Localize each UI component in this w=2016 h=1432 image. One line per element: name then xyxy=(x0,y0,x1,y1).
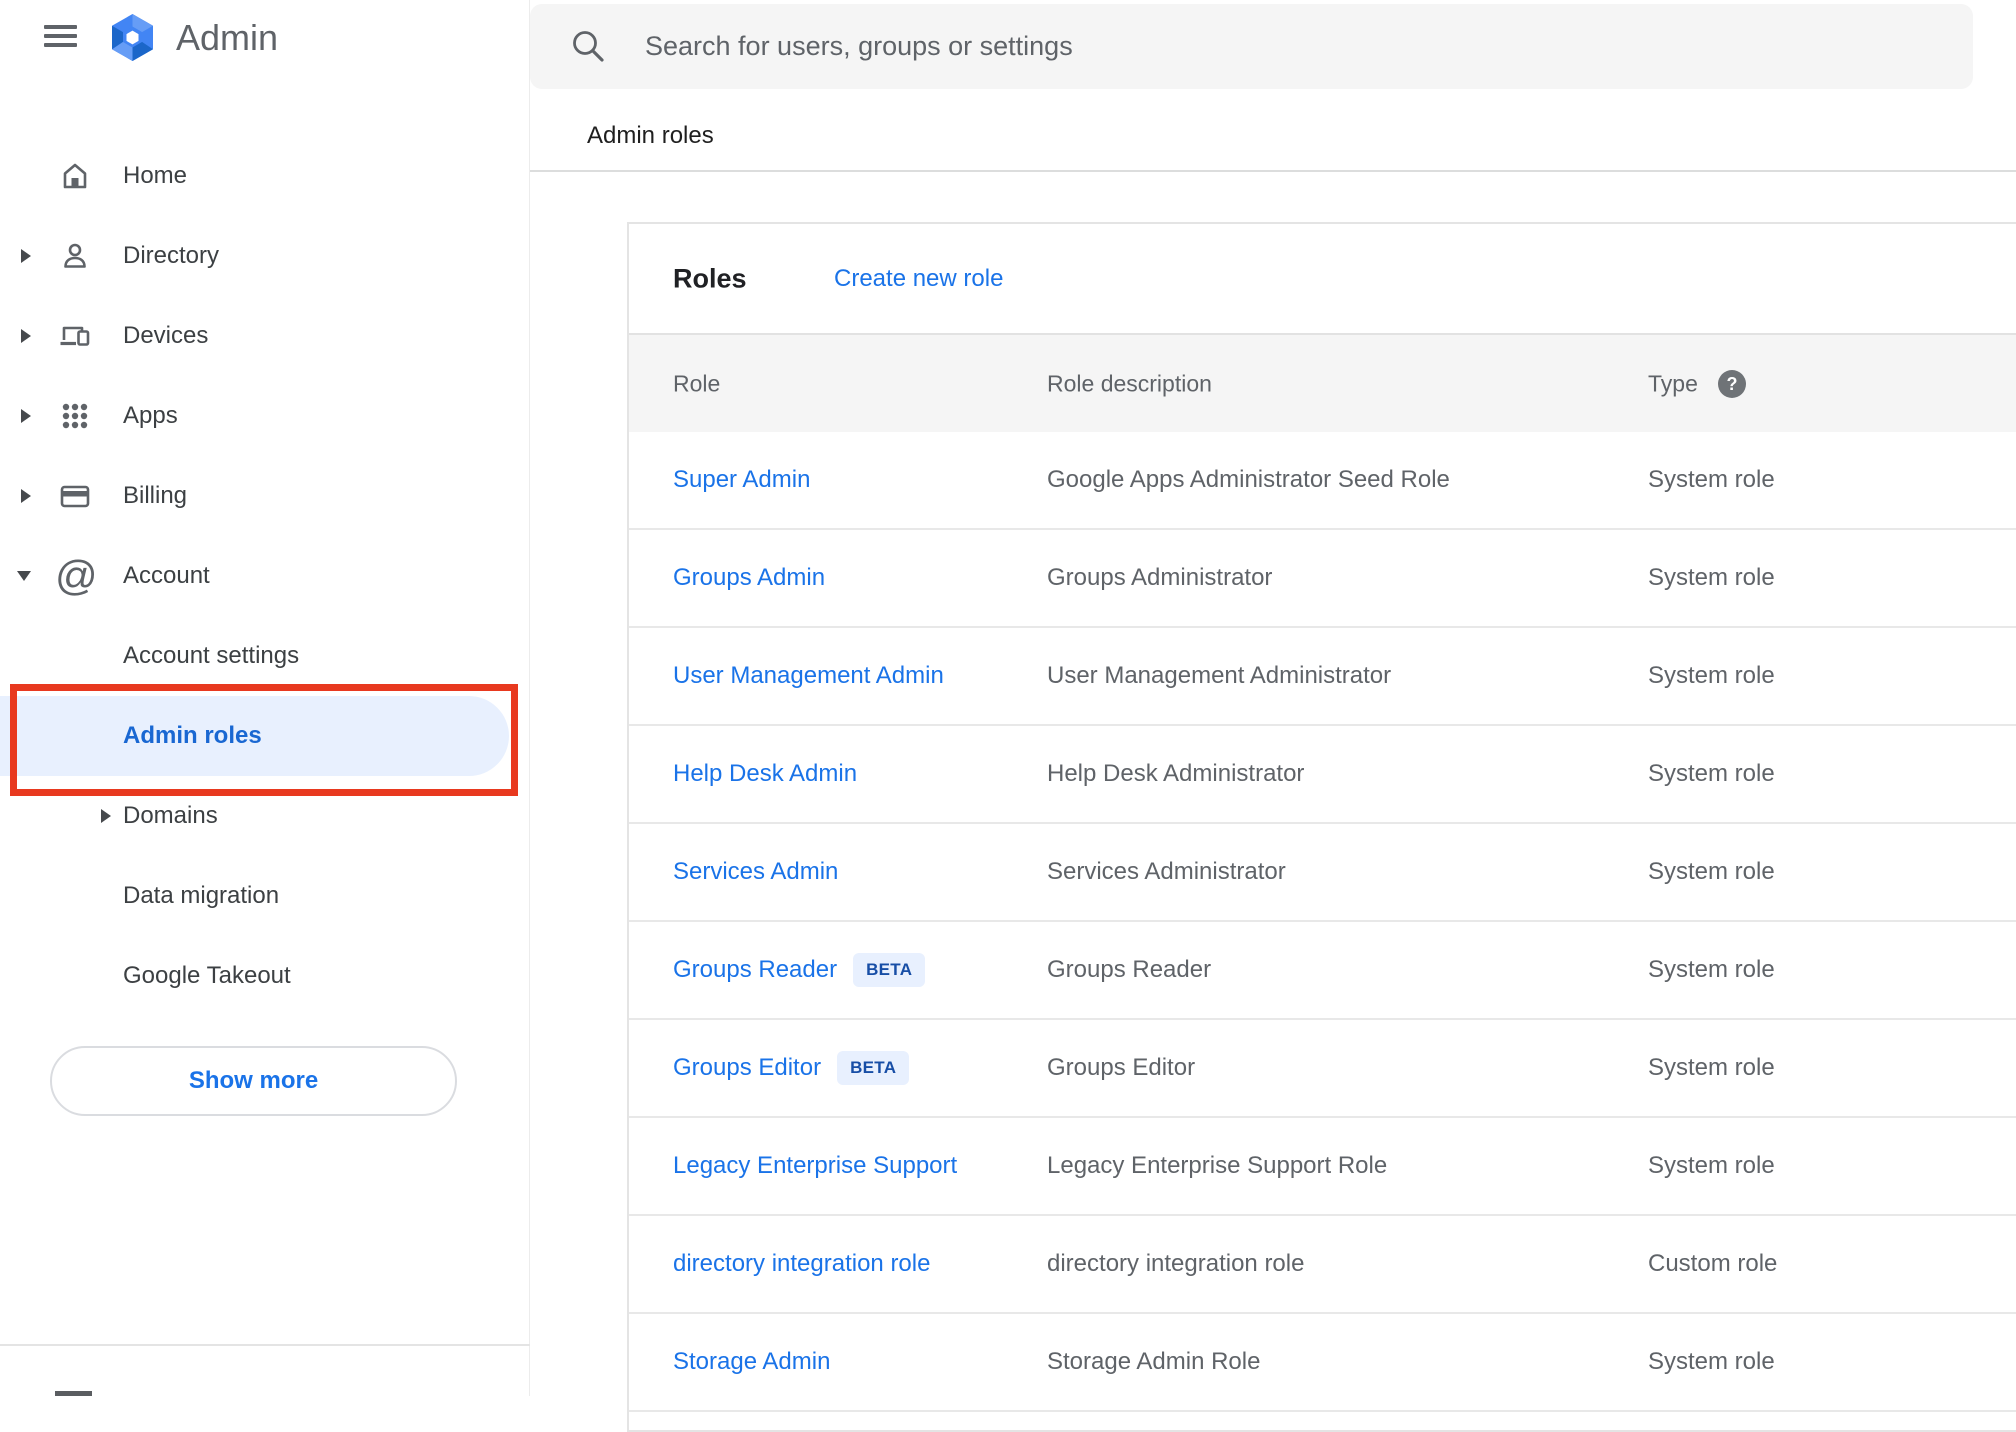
clipped-bottom-icon xyxy=(55,1391,92,1396)
table-row: Storage Admin Storage Admin Role System … xyxy=(629,1314,2016,1412)
role-link[interactable]: Storage Admin xyxy=(673,1348,830,1376)
chevron-down-icon[interactable] xyxy=(17,571,31,581)
chevron-right-icon[interactable] xyxy=(21,409,31,423)
home-icon xyxy=(63,163,87,189)
sidebar-item-label: Data migration xyxy=(123,882,280,909)
sidebar-item-label: Account xyxy=(123,562,210,589)
role-type: System role xyxy=(1648,466,1775,493)
table-header-row: Role Role description Type ? xyxy=(629,333,2016,432)
sidebar-item-account[interactable]: @ Account xyxy=(0,536,529,616)
chevron-right-icon[interactable] xyxy=(21,489,31,503)
hamburger-menu-icon[interactable] xyxy=(44,25,77,48)
chevron-right-icon[interactable] xyxy=(21,249,31,263)
column-header-description: Role description xyxy=(1047,370,1212,396)
sidebar-item-google-takeout[interactable]: Google Takeout xyxy=(0,936,529,1016)
table-row: User Management Admin User Management Ad… xyxy=(629,628,2016,726)
role-type: System role xyxy=(1648,760,1775,787)
role-type: System role xyxy=(1648,1152,1775,1179)
sidebar-item-apps[interactable]: Apps xyxy=(0,376,529,456)
table-row: Groups Reader BETA Groups Reader System … xyxy=(629,922,2016,1020)
card-title: Roles xyxy=(673,263,747,293)
table-row: Groups Editor BETA Groups Editor System … xyxy=(629,1020,2016,1118)
role-link[interactable]: Legacy Enterprise Support xyxy=(673,1152,957,1180)
role-description: Services Administrator xyxy=(1047,858,1286,885)
sidebar-item-label: Devices xyxy=(123,322,209,349)
role-description: Groups Editor xyxy=(1047,1054,1196,1081)
roles-table-body: Super Admin Google Apps Administrator Se… xyxy=(629,432,2016,1412)
sidebar-item-directory[interactable]: Directory xyxy=(0,216,529,296)
app-title: Admin xyxy=(176,17,279,58)
role-type: System role xyxy=(1648,956,1775,983)
chevron-right-icon[interactable] xyxy=(101,809,111,823)
sidebar-item-label: Domains xyxy=(123,802,218,829)
person-icon xyxy=(64,243,86,268)
role-link[interactable]: Services Admin xyxy=(673,858,838,886)
role-type: System role xyxy=(1648,858,1775,885)
sidebar-item-label: Billing xyxy=(123,482,188,509)
role-type: System role xyxy=(1648,662,1775,689)
beta-badge: BETA xyxy=(853,953,926,987)
role-description: Storage Admin Role xyxy=(1047,1348,1261,1375)
role-link[interactable]: Groups Reader xyxy=(673,956,837,984)
sidebar-item-data-migration[interactable]: Data migration xyxy=(0,856,529,936)
sidebar-item-label: Home xyxy=(123,162,188,189)
header-divider xyxy=(530,170,2016,172)
sidebar-item-devices[interactable]: Devices xyxy=(0,296,529,376)
search-bar[interactable] xyxy=(530,4,1973,89)
table-row: Services Admin Services Administrator Sy… xyxy=(629,824,2016,922)
role-description: Groups Reader xyxy=(1047,956,1212,983)
table-row: Super Admin Google Apps Administrator Se… xyxy=(629,432,2016,530)
at-sign-icon: @ xyxy=(55,552,98,599)
roles-card-header: Roles Create new role xyxy=(629,224,2016,333)
role-description: Legacy Enterprise Support Role xyxy=(1047,1152,1388,1179)
role-link[interactable]: Groups Admin xyxy=(673,564,825,592)
sidebar-bottom-divider xyxy=(0,1344,530,1346)
column-header-type: Type xyxy=(1648,370,1698,396)
role-link[interactable]: Super Admin xyxy=(673,466,810,494)
apps-grid-icon xyxy=(62,403,88,429)
show-more-button[interactable]: Show more xyxy=(50,1046,457,1116)
sidebar-item-label: Directory xyxy=(123,242,220,269)
sidebar-item-account-settings[interactable]: Account settings xyxy=(0,616,529,696)
sidebar-item-admin-roles[interactable]: Admin roles xyxy=(0,696,529,776)
role-type: System role xyxy=(1648,564,1775,591)
credit-card-icon xyxy=(60,485,90,508)
search-input[interactable] xyxy=(645,4,1895,89)
help-icon[interactable]: ? xyxy=(1718,369,1746,398)
table-row: Help Desk Admin Help Desk Administrator … xyxy=(629,726,2016,824)
sidebar-item-domains[interactable]: Domains xyxy=(0,776,529,856)
table-row: Legacy Enterprise Support Legacy Enterpr… xyxy=(629,1118,2016,1216)
create-new-role-link[interactable]: Create new role xyxy=(834,265,1003,293)
sidebar-item-home[interactable]: Home xyxy=(0,136,529,216)
sidebar-item-billing[interactable]: Billing xyxy=(0,456,529,536)
sidebar-item-label: Google Takeout xyxy=(123,962,291,989)
role-link[interactable]: directory integration role xyxy=(673,1250,930,1278)
role-type: System role xyxy=(1648,1054,1775,1081)
role-type: Custom role xyxy=(1648,1250,1778,1277)
admin-logo-icon xyxy=(112,14,153,61)
role-type: System role xyxy=(1648,1348,1775,1375)
breadcrumb: Admin roles xyxy=(587,122,714,149)
role-description: Help Desk Administrator xyxy=(1047,760,1305,787)
role-description: User Management Administrator xyxy=(1047,662,1392,689)
role-description: directory integration role xyxy=(1047,1250,1305,1277)
sidebar-item-label: Admin roles xyxy=(123,722,262,749)
devices-icon xyxy=(60,326,90,346)
role-link[interactable]: Groups Editor xyxy=(673,1054,821,1082)
sidebar: Admin Home Directory Devices Apps Billin… xyxy=(0,0,530,1396)
search-icon xyxy=(573,31,604,62)
table-row: Groups Admin Groups Administrator System… xyxy=(629,530,2016,628)
role-description: Google Apps Administrator Seed Role xyxy=(1047,466,1450,493)
beta-badge: BETA xyxy=(837,1051,910,1085)
chevron-right-icon[interactable] xyxy=(21,329,31,343)
role-link[interactable]: Help Desk Admin xyxy=(673,760,857,788)
table-row: directory integration role directory int… xyxy=(629,1216,2016,1314)
role-link[interactable]: User Management Admin xyxy=(673,662,944,690)
column-header-role: Role xyxy=(673,370,721,396)
role-description: Groups Administrator xyxy=(1047,564,1273,591)
sidebar-item-label: Apps xyxy=(123,402,178,429)
sidebar-item-label: Account settings xyxy=(123,642,300,669)
roles-card: Roles Create new role Role Role descript… xyxy=(627,222,2016,1432)
